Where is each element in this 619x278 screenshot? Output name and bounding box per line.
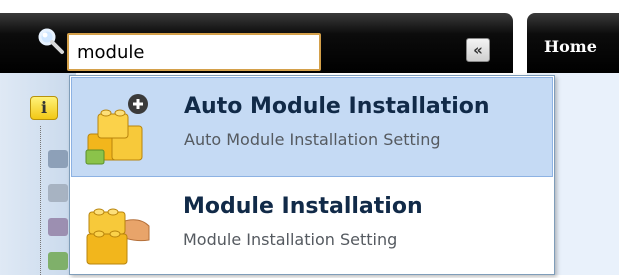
tree-node-icon[interactable] <box>48 218 68 236</box>
search-suggestions-dropdown: Auto Module Installation Auto Module Ins… <box>69 75 555 275</box>
puzzle-box-hand-icon <box>86 208 150 265</box>
tree-node-icon[interactable] <box>48 150 68 168</box>
tree-connector <box>40 126 41 275</box>
tree-node-icon[interactable] <box>48 184 68 202</box>
suggestion-title: Module Installation <box>183 194 423 219</box>
suggestion-title: Auto Module Installation <box>184 94 490 119</box>
info-icon[interactable]: i <box>30 96 58 120</box>
suggestion-module-installation[interactable]: Module Installation Module Installation … <box>71 178 553 278</box>
tab-home-label[interactable]: Home <box>544 37 597 56</box>
tree-node-icon[interactable] <box>48 252 68 270</box>
collapse-button[interactable]: « <box>466 38 490 62</box>
suggestion-auto-module-installation[interactable]: Auto Module Installation Auto Module Ins… <box>71 77 553 177</box>
puzzle-box-add-icon <box>85 94 148 165</box>
suggestion-subtitle: Auto Module Installation Setting <box>184 130 441 149</box>
search-input[interactable] <box>67 33 321 71</box>
search-icon <box>38 28 64 54</box>
suggestion-subtitle: Module Installation Setting <box>183 230 398 249</box>
